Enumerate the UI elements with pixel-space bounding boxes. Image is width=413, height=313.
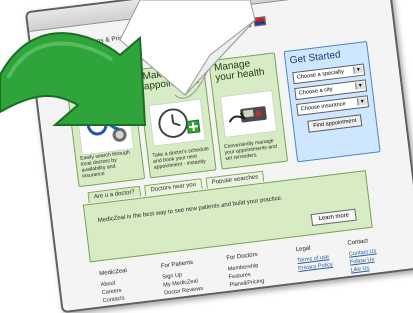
city-select-value: Choose a city [298, 86, 333, 97]
footer-heading: For Doctors [226, 251, 258, 262]
feature-tile-title: Manage your health [213, 58, 266, 84]
language-flags [238, 15, 267, 28]
blood-pressure-icon [219, 89, 278, 139]
footer-link[interactable]: Contacts [102, 295, 130, 304]
feature-tile[interactable]: ...octor Easily search through local doc… [65, 69, 146, 188]
footer-heading: Legal [295, 245, 311, 254]
login-button[interactable]: Login [203, 18, 230, 34]
stethoscope-icon [76, 107, 135, 156]
feature-tile-desc: Take a doctor's schedule and book your n… [152, 146, 210, 171]
footer-heading: Contact [347, 238, 369, 247]
footer-heading: MedicZeal [99, 267, 128, 278]
feature-tile[interactable]: Manage your health Conveniently manage y… [208, 52, 289, 170]
footer-col-mediczeal: MedicZeal About Careers Contacts [99, 266, 131, 306]
learn-more-button[interactable]: Learn more [310, 208, 357, 226]
find-appointment-button[interactable]: Find appointment [307, 114, 363, 133]
flag-icon[interactable] [253, 15, 267, 27]
feature-tile-desc: Conveniently manage your appointments an… [223, 138, 278, 163]
nav-link-plans[interactable]: Plans & Pricing [87, 33, 132, 45]
footer-col-contact: Contact Contact Us Follow Us Like Us [347, 236, 379, 276]
feature-tile[interactable]: Make an appointment Take a doctor's sche… [136, 61, 217, 179]
footer-link[interactable]: Like Us [350, 264, 378, 273]
browser-window: ...tors Plans & Pricing About us Sign up… [24, 0, 413, 313]
panel-text: MedicZeal is the best way to see new pat… [97, 195, 284, 225]
footer-col-patients: For Patients Sign Up My MedicZeal Doctor… [160, 257, 204, 298]
footer-col-legal: Legal Terms of use Privacy Policy [295, 241, 334, 274]
feature-tile-title: Make an appointment [142, 66, 200, 93]
feature-tiles: ...octor Easily search through local doc… [65, 38, 406, 189]
nav-link-doctors[interactable]: ...tors [65, 39, 82, 48]
chevron-down-icon[interactable]: ▾ [356, 97, 367, 106]
signup-button[interactable]: Sign up [167, 22, 200, 39]
specialty-select-value: Choose a specialty [296, 69, 345, 81]
footer-heading: For Patients [160, 259, 194, 270]
insurance-select-value: Choose insurance [300, 101, 346, 113]
chevron-down-icon[interactable]: ▾ [354, 81, 365, 90]
footer-col-doctors: For Doctors Membership Features Plans&Pr… [226, 249, 265, 290]
chevron-down-icon[interactable]: ▾ [353, 65, 363, 74]
flag-icon[interactable] [238, 17, 252, 28]
clock-plus-icon [148, 98, 206, 147]
nav-link-about[interactable]: About us [137, 29, 163, 39]
get-started-box: Get Started Choose a specialty ▾ Choose … [283, 40, 381, 163]
page-content: ...tors Plans & Pricing About us Sign up… [29, 0, 413, 312]
